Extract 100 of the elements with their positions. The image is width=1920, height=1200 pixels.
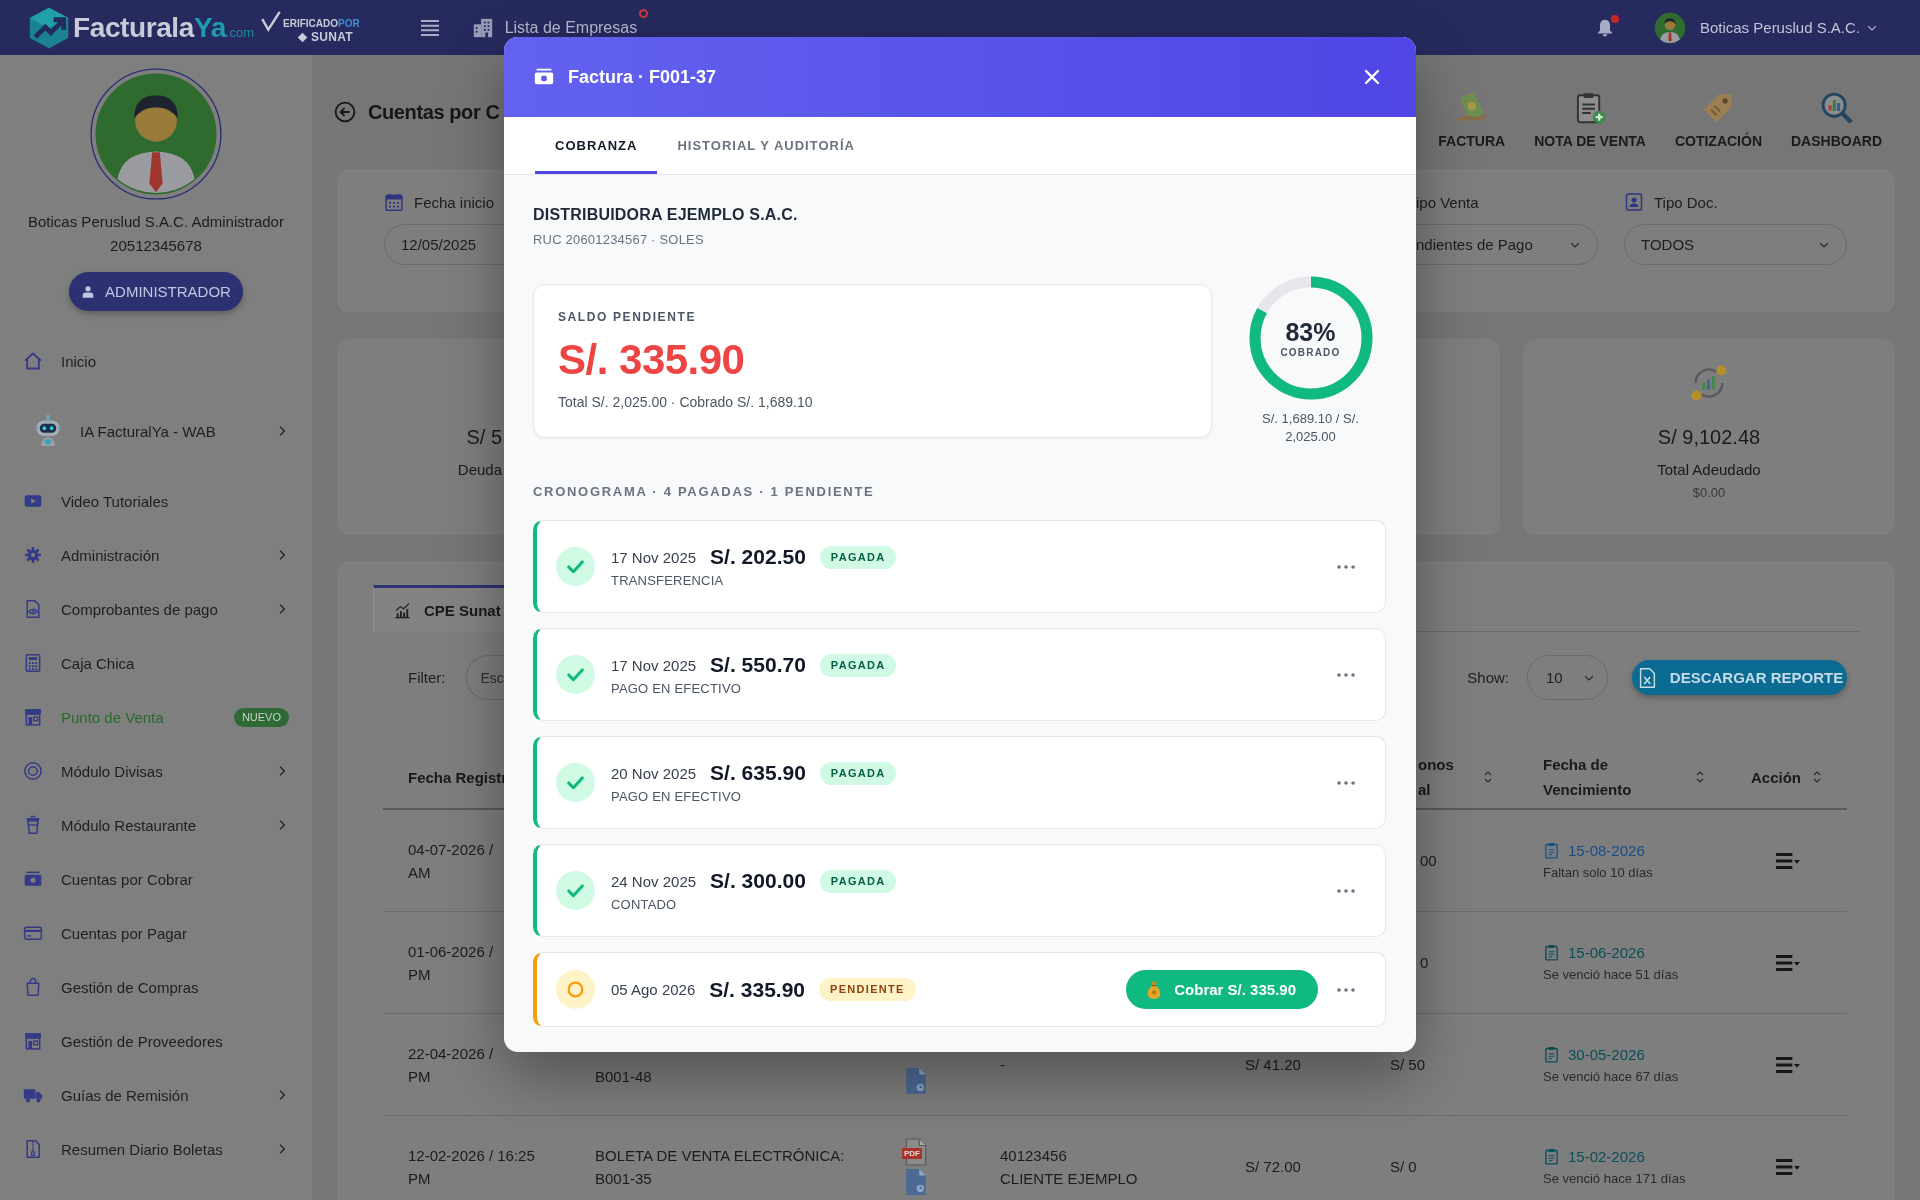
- field-label: Tipo Doc.: [1654, 193, 1718, 211]
- storefront-icon: [23, 707, 43, 727]
- sidebar-item[interactable]: Módulo Restaurante: [0, 798, 312, 852]
- sidebar-item[interactable]: Video Tutoriales: [0, 474, 312, 528]
- due-date: 15-02-2026: [1568, 1146, 1645, 1167]
- status-badge: PAGADA: [819, 653, 897, 677]
- credit-card-icon: [23, 923, 43, 943]
- installment-date: 17 Nov 2025: [611, 656, 697, 674]
- customer-details: RUC 20601234567 · SOLES: [533, 231, 705, 249]
- payment-method: CONTADO: [611, 897, 678, 913]
- table-cell-text: 40123456 CLIENTE EJEMPLO: [1000, 1145, 1138, 1189]
- robot-icon: [31, 414, 65, 448]
- sidebar-item[interactable]: Módulo Divisas: [0, 744, 312, 798]
- company-list-link[interactable]: Lista de Empresas: [471, 16, 638, 39]
- field-label: ipo Venta: [1416, 193, 1479, 211]
- clipboard-icon: [1543, 1045, 1560, 1063]
- user-icon: [81, 284, 96, 299]
- more-icon[interactable]: [1337, 987, 1355, 992]
- quick-action[interactable]: COTIZACIÓN: [1674, 91, 1762, 149]
- installment-amount: S/. 335.90: [709, 977, 805, 1002]
- sidebar-item[interactable]: Cuentas por Pagar: [0, 906, 312, 960]
- status-badge: PAGADA: [819, 761, 897, 785]
- table-cell-text: S/ 41.20: [1245, 1055, 1301, 1075]
- sidebar-item[interactable]: Caja Chica: [0, 636, 312, 690]
- sidebar-item[interactable]: Gestión de Proveedores: [0, 1014, 312, 1068]
- sidebar-item[interactable]: IA FacturalYa - WAB: [0, 388, 312, 474]
- check-circle-icon: [556, 871, 595, 910]
- column-header[interactable]: onos al: [1365, 752, 1518, 802]
- sidebar-item[interactable]: Administración: [0, 528, 312, 582]
- sidebar-item[interactable]: Punto de Venta NUEVO: [0, 690, 312, 744]
- storefront-icon: [23, 1031, 43, 1051]
- column-header[interactable]: Acción: [1730, 764, 1847, 790]
- profile-ruc: 20512345678: [110, 236, 202, 256]
- shopping-bag-icon: [23, 977, 43, 997]
- check-circle-icon: [556, 655, 595, 694]
- installment-amount: S/. 202.50: [710, 545, 806, 569]
- quick-action[interactable]: DASHBOARD: [1791, 91, 1882, 149]
- settings-icon: [23, 545, 43, 565]
- page-size-select[interactable]: 10: [1527, 655, 1608, 700]
- due-date: 15-08-2026: [1568, 840, 1645, 861]
- schedule-heading: CRONOGRAMA · 4 PAGADAS · 1 PENDIENTE: [533, 484, 876, 500]
- table-cell-text: B001-48: [595, 1066, 652, 1087]
- sidebar-item[interactable]: Guías de Remisión: [0, 1068, 312, 1122]
- installment-date: 20 Nov 2025: [611, 764, 697, 782]
- more-icon[interactable]: [1337, 564, 1355, 569]
- customer-name: DISTRIBUIDORA EJEMPLO S.A.C.: [533, 205, 799, 225]
- tab[interactable]: CPE Sunat: [373, 585, 504, 632]
- pending-circle-icon: [556, 970, 595, 1009]
- verified-label: ERIFICADOPOR: [283, 18, 360, 30]
- role-button[interactable]: ADMINISTRADOR: [69, 272, 243, 311]
- tab[interactable]: COBRANZA: [535, 117, 658, 174]
- tab[interactable]: HISTORIAL Y AUDITORÍA: [657, 117, 875, 174]
- search-field[interactable]: Esc: [465, 655, 505, 700]
- calendar-icon: [384, 192, 404, 212]
- status-badge: PAGADA: [819, 869, 897, 893]
- installment-amount: S/. 300.00: [710, 869, 806, 893]
- table-cell-text: 12-02-2026 / 16:25 PM: [408, 1145, 535, 1189]
- quick-action[interactable]: FACTURA: [1438, 91, 1506, 149]
- close-icon[interactable]: [1363, 68, 1381, 86]
- table-cell-text: S/ 50: [1390, 1055, 1426, 1075]
- sidebar-item[interactable]: Resumen Diario Boletas: [0, 1122, 312, 1176]
- quick-action[interactable]: NOTA DE VENTA: [1534, 91, 1646, 149]
- table-cell-text: S/ 72.00: [1245, 1157, 1301, 1177]
- new-badge: NUEVO: [233, 707, 289, 727]
- table-cell-text: 00: [1420, 851, 1437, 871]
- more-icon[interactable]: [1337, 888, 1355, 893]
- table-cell-text: 22-04-2026 / PM: [408, 1043, 494, 1087]
- avatar-icon: [90, 68, 222, 200]
- sidebar-item[interactable]: Cuentas por Cobrar: [0, 852, 312, 906]
- due-note: Faltan solo 10 días: [1543, 863, 1653, 882]
- summary-amount: S/ 5: [466, 425, 502, 449]
- brand-name: FacturalaYa.com: [73, 11, 254, 44]
- sidebar-item[interactable]: Comprobantes de pago: [0, 582, 312, 636]
- table-cell-text: 0: [1420, 953, 1429, 973]
- balance-amount: S/. 335.90: [558, 337, 746, 383]
- download-report-button[interactable]: DESCARGAR REPORTE: [1632, 660, 1847, 695]
- dialog-title: Factura · F001-37: [568, 66, 718, 88]
- clipboard-icon: [1543, 1147, 1560, 1165]
- clipboard-icon: [1543, 943, 1560, 961]
- document-clock-icon[interactable]: [905, 1066, 927, 1095]
- due-note: Se venció hace 51 días: [1543, 965, 1679, 984]
- page-size-label: Show:: [1467, 669, 1509, 686]
- due-date: 30-05-2026: [1568, 1044, 1645, 1065]
- table-cell-text: -: [1000, 1055, 1005, 1075]
- filter-label: Filter:: [408, 669, 446, 686]
- field-label: Fecha inicio: [414, 193, 495, 211]
- sidebar-item[interactable]: Gestión de Compras: [0, 960, 312, 1014]
- authority-label: SUNAT: [311, 30, 353, 45]
- more-icon[interactable]: [1337, 780, 1355, 785]
- sidebar-item[interactable]: Inicio: [0, 334, 312, 388]
- account-menu[interactable]: Boticas Peruslud S.A.C.: [1653, 11, 1878, 44]
- payment-method: PAGO EN EFECTIVO: [611, 681, 743, 697]
- table-cell-text: S/ 0: [1390, 1157, 1417, 1177]
- collect-button[interactable]: Cobrar S/. 335.90: [1126, 970, 1318, 1009]
- due-note: Se venció hace 171 días: [1543, 1169, 1686, 1188]
- cash-icon: [23, 869, 43, 889]
- more-icon[interactable]: [1337, 672, 1355, 677]
- installment-date: 24 Nov 2025: [611, 872, 697, 890]
- column-header[interactable]: Fecha de Vencimiento: [1518, 752, 1730, 802]
- installment-amount: S/. 550.70: [710, 653, 806, 677]
